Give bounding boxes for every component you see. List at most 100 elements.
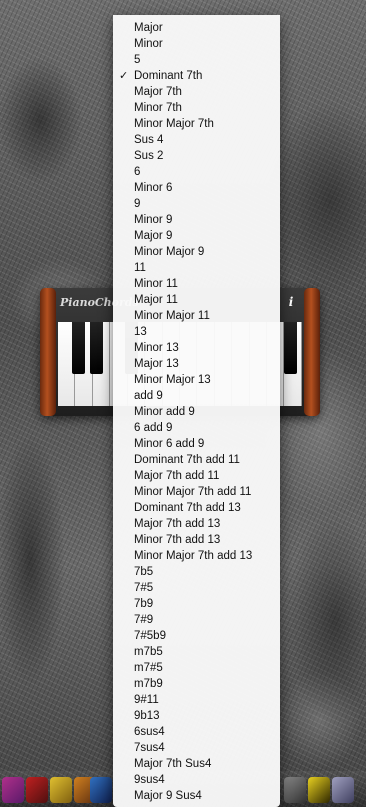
menu-item-label: Sus 2 <box>134 150 164 162</box>
dock-app-icon[interactable] <box>26 777 48 803</box>
menu-item-label: m7b9 <box>134 678 163 690</box>
menu-item-chord[interactable]: 13 <box>113 324 280 340</box>
menu-item-label: Major 7th <box>134 86 182 98</box>
menu-item-label: 6 <box>134 166 141 178</box>
menu-item-chord[interactable]: Minor 9 <box>113 212 280 228</box>
menu-item-chord[interactable]: 7sus4 <box>113 740 280 756</box>
menu-item-label: Minor add 9 <box>134 406 195 418</box>
menu-item-chord[interactable]: add 9 <box>113 388 280 404</box>
menu-item-label: Minor <box>134 38 163 50</box>
menu-item-label: 7sus4 <box>134 742 165 754</box>
menu-item-label: m7b5 <box>134 646 163 658</box>
menu-item-chord[interactable]: Major 7th Sus4 <box>113 756 280 772</box>
widget-wood-cap-left <box>40 288 56 416</box>
menu-item-chord[interactable]: Minor add 9 <box>113 404 280 420</box>
menu-item-label: Dominant 7th <box>134 70 203 82</box>
menu-item-label: Dominant 7th add 11 <box>134 454 240 466</box>
menu-item-chord[interactable]: 7#5 <box>113 580 280 596</box>
menu-item-label: Minor 7th add 13 <box>134 534 221 546</box>
menu-item-label: Minor 13 <box>134 342 179 354</box>
menu-item-chord[interactable]: Minor Major 7th <box>113 116 280 132</box>
menu-item-chord[interactable]: 7#5b9 <box>113 628 280 644</box>
menu-item-chord[interactable]: 9 <box>113 196 280 212</box>
menu-item-chord[interactable]: 7#9 <box>113 612 280 628</box>
menu-item-label: Major 11 <box>134 294 178 306</box>
dock-app-icon[interactable] <box>90 777 112 803</box>
black-key[interactable] <box>284 322 297 374</box>
menu-item-label: Major 7th Sus4 <box>134 758 212 770</box>
menu-item-chord[interactable]: Dominant 7th add 11 <box>113 452 280 468</box>
menu-item-chord[interactable]: 6 add 9 <box>113 420 280 436</box>
menu-item-chord[interactable]: Major 7th add 11 <box>113 468 280 484</box>
warning-icon[interactable] <box>308 777 330 803</box>
menu-item-chord[interactable]: Minor 6 add 9 <box>113 436 280 452</box>
menu-item-label: Minor 6 <box>134 182 173 194</box>
menu-item-chord[interactable]: Minor 11 <box>113 276 280 292</box>
menu-item-chord[interactable]: 11 <box>113 260 280 276</box>
black-key[interactable] <box>72 322 85 374</box>
menu-item-chord[interactable]: m7#5 <box>113 660 280 676</box>
menu-item-chord[interactable]: Sus 4 <box>113 132 280 148</box>
menu-item-chord[interactable]: Minor <box>113 36 280 52</box>
menu-item-chord[interactable]: Major 13 <box>113 356 280 372</box>
menu-item-label: Minor Major 7th add 11 <box>134 486 252 498</box>
menu-item-label: Minor 11 <box>134 278 178 290</box>
menu-item-chord[interactable]: Minor Major 7th add 11 <box>113 484 280 500</box>
dock-app-icon[interactable] <box>50 777 72 803</box>
menu-item-chord[interactable]: Minor Major 7th add 13 <box>113 548 280 564</box>
widget-wood-cap-right <box>304 288 320 416</box>
menu-item-chord[interactable]: 6 <box>113 164 280 180</box>
menu-item-chord[interactable]: Minor 7th <box>113 100 280 116</box>
menu-item-chord[interactable]: 5 <box>113 52 280 68</box>
menu-item-chord[interactable]: ✓ Dominant 7th <box>113 68 280 84</box>
menu-item-chord[interactable]: Minor 13 <box>113 340 280 356</box>
menu-item-label: 9b13 <box>134 710 160 722</box>
menu-item-chord[interactable]: Minor Major 11 <box>113 308 280 324</box>
menu-item-label: Dominant 7th add 13 <box>134 502 241 514</box>
dock-app-icon[interactable] <box>332 777 354 803</box>
menu-item-chord[interactable]: 7b5 <box>113 564 280 580</box>
menu-item-label: Major 7th add 13 <box>134 518 221 530</box>
menu-item-label: 7#5 <box>134 582 154 594</box>
menu-item-chord[interactable]: Major 9 <box>113 228 280 244</box>
menu-item-chord[interactable]: Minor 7th add 13 <box>113 532 280 548</box>
menu-item-chord[interactable]: m7b9 <box>113 676 280 692</box>
menu-item-chord[interactable]: Major 7th <box>113 84 280 100</box>
info-button[interactable]: i <box>284 295 298 309</box>
menu-item-label: Minor 6 add 9 <box>134 438 205 450</box>
menu-item-label: 9 <box>134 198 141 210</box>
menu-item-chord[interactable]: Dominant 7th add 13 <box>113 500 280 516</box>
menu-item-chord[interactable]: 9sus4 <box>113 772 280 788</box>
menu-item-label: Major 9 Sus4 <box>134 790 202 802</box>
menu-item-label: Minor 9 <box>134 214 173 226</box>
menu-item-label: 13 <box>134 326 147 338</box>
dock-app-icon[interactable] <box>2 777 24 803</box>
menu-item-label: Major 7th add 11 <box>134 470 220 482</box>
chord-type-popup-menu[interactable]: Major Minor 5 ✓ Dominant 7th Major 7th Minor 7… <box>113 15 280 807</box>
menu-item-chord[interactable]: m7b5 <box>113 644 280 660</box>
checkmark-icon: ✓ <box>119 70 129 82</box>
menu-item-chord[interactable]: Minor Major 9 <box>113 244 280 260</box>
menu-item-chord[interactable]: Major 9 Sus4 <box>113 788 280 804</box>
menu-item-chord[interactable]: Minor Major 13 <box>113 372 280 388</box>
black-key[interactable] <box>90 322 103 374</box>
menu-item-chord[interactable]: Sus 2 <box>113 148 280 164</box>
menu-item-label: Major <box>134 22 163 34</box>
menu-item-label: Minor Major 9 <box>134 246 205 258</box>
menu-item-chord[interactable]: Major 11 <box>113 292 280 308</box>
menu-item-label: Major 9 <box>134 230 173 242</box>
menu-item-label: Major 13 <box>134 358 179 370</box>
chord-type-list: Major Minor 5 ✓ Dominant 7th Major 7th Minor 7… <box>113 15 280 804</box>
menu-item-label: 7#5b9 <box>134 630 166 642</box>
dock-app-icon[interactable] <box>284 777 306 803</box>
menu-item-chord[interactable]: Major <box>113 20 280 36</box>
menu-item-chord[interactable]: 9#11 <box>113 692 280 708</box>
menu-item-chord[interactable]: 9b13 <box>113 708 280 724</box>
menu-item-label: Minor Major 11 <box>134 310 210 322</box>
menu-item-chord[interactable]: Major 7th add 13 <box>113 516 280 532</box>
menu-item-chord[interactable]: 7b9 <box>113 596 280 612</box>
menu-item-label: Minor Major 13 <box>134 374 211 386</box>
menu-item-chord[interactable]: 6sus4 <box>113 724 280 740</box>
menu-item-label: 7#9 <box>134 614 154 626</box>
menu-item-chord[interactable]: Minor 6 <box>113 180 280 196</box>
